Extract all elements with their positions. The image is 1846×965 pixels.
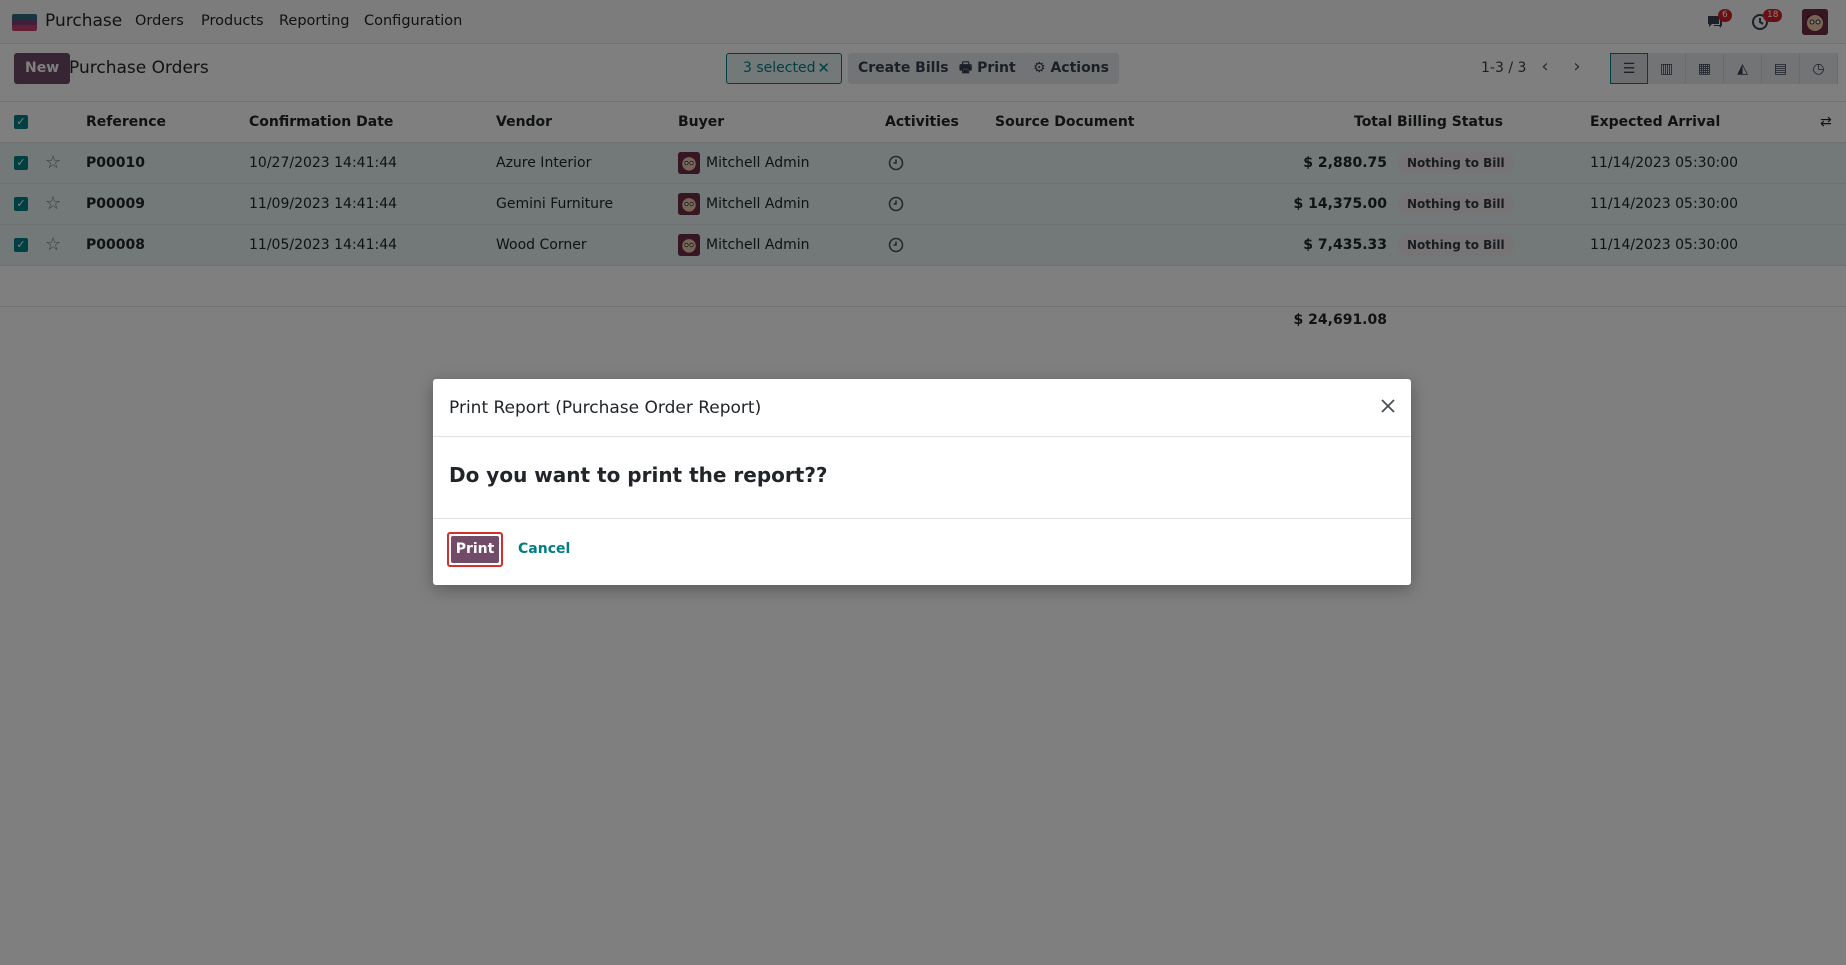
dialog-footer: Print Cancel: [433, 519, 1411, 585]
dialog-header: Print Report (Purchase Order Report): [433, 379, 1411, 437]
print-button[interactable]: Print: [447, 532, 503, 567]
print-report-dialog: Print Report (Purchase Order Report) Do …: [433, 379, 1411, 585]
dialog-body: Do you want to print the report??: [433, 437, 1411, 519]
dialog-title: Print Report (Purchase Order Report): [449, 398, 762, 418]
cancel-button[interactable]: Cancel: [518, 541, 570, 557]
close-icon[interactable]: [1378, 396, 1398, 416]
print-button-label: Print: [451, 536, 499, 563]
dialog-question: Do you want to print the report??: [449, 463, 828, 487]
